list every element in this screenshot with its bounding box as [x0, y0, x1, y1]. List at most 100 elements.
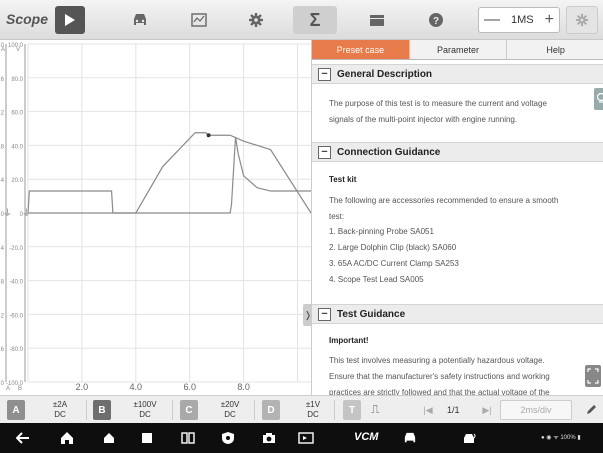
screen-button[interactable]	[177, 6, 221, 34]
y-tick-label-b: -20.0	[9, 246, 23, 252]
math-button[interactable]: Σ	[293, 6, 337, 34]
split-window-icon	[181, 432, 195, 444]
test-text-2: Ensure that the manufacturer's safety in…	[329, 372, 550, 381]
channel-d-chip[interactable]: D	[262, 400, 280, 420]
kit-item: 1. Back-pinning Probe SA051	[329, 227, 434, 236]
home-alt-button[interactable]	[99, 429, 119, 447]
settings-gear-button[interactable]	[234, 6, 278, 34]
multi-window-button[interactable]	[178, 429, 198, 447]
connection-intro-1: The following are accessories recommende…	[329, 196, 559, 205]
series-line-a	[28, 132, 311, 214]
collapse-icon: −	[318, 67, 331, 81]
divider	[254, 400, 255, 420]
folder-button[interactable]	[355, 6, 399, 34]
tip-button[interactable]	[594, 88, 603, 110]
top-toolbar: Scope Σ ? — 1MS +	[0, 0, 603, 40]
y-tick-label-a: -2.0	[0, 381, 5, 387]
channel-c-chip[interactable]: C	[180, 400, 198, 420]
help-button[interactable]: ?	[414, 6, 458, 34]
kit-item: 4. Scope Test Lead SA005	[329, 275, 424, 284]
square-icon	[142, 433, 152, 443]
system-navbar: VCM ● ◉ ᯤ 100% ▮	[0, 423, 603, 453]
channel-b-chip[interactable]: B	[93, 400, 111, 420]
zoom-in-button[interactable]: +	[545, 12, 554, 28]
connection-intro-2: test:	[329, 212, 345, 221]
y-tick-label-a: 1.6	[0, 77, 5, 83]
next-frame-button[interactable]: ▶|	[478, 400, 496, 420]
timebase-field[interactable]: 2ms/div	[500, 400, 572, 420]
home-button[interactable]	[57, 429, 77, 447]
previous-frame-button[interactable]: |◀	[419, 400, 437, 420]
connection-shortcut-button[interactable]	[460, 429, 480, 447]
play-button[interactable]	[55, 6, 85, 34]
y-tick-label-b: 80.0	[11, 77, 23, 83]
back-button[interactable]	[13, 429, 33, 447]
y-tick-label-b: -40.0	[9, 280, 23, 286]
x-tick-label: 4.0	[130, 382, 143, 392]
divider	[172, 400, 173, 420]
vcm-indicator[interactable]: VCM	[354, 431, 378, 443]
y-tick-label-a: -1.2	[0, 313, 5, 319]
y-tick-label-a: -1.6	[0, 347, 5, 353]
section-title: Connection Guidance	[337, 146, 441, 158]
y-tick-label-a: 0.8	[0, 144, 5, 150]
collapse-icon: −	[318, 307, 331, 321]
tab-parameter[interactable]: Parameter	[409, 40, 508, 59]
vehicle-shortcut-button[interactable]	[400, 429, 420, 447]
channel-a-chip[interactable]: A	[7, 400, 25, 420]
pen-icon	[587, 405, 596, 414]
fullscreen-button[interactable]	[585, 365, 601, 387]
channel-b-setting[interactable]: ±100V DC	[128, 400, 162, 420]
sigma-icon: Σ	[309, 9, 321, 30]
info-panel: Preset case Parameter Help − General Des…	[311, 40, 603, 395]
collapse-icon: −	[318, 145, 331, 159]
tab-help[interactable]: Help	[507, 40, 603, 59]
test-guidance-header[interactable]: − Test Guidance	[312, 304, 603, 324]
y-tick-label-b: -80.0	[9, 347, 23, 353]
connection-guidance-header[interactable]: − Connection Guidance	[312, 142, 603, 162]
y-tick-label-b: 40.0	[11, 144, 23, 150]
section-title: General Description	[337, 68, 433, 80]
test-kit-title: Test kit	[329, 175, 357, 184]
divider	[334, 400, 335, 420]
waveform-chart[interactable]: 2.0100.01.680.01.260.00.840.00.420.000-0…	[0, 40, 311, 395]
kit-item: 2. Large Dolphin Clip (black) SA060	[329, 243, 457, 252]
trigger-chip[interactable]: T	[343, 400, 361, 420]
channel-a-setting[interactable]: ±2A DC	[43, 400, 77, 420]
y-tick-label-a: -0.8	[0, 280, 5, 286]
y-tick-label-a: 0.4	[0, 178, 5, 184]
section-title: Test Guidance	[337, 308, 406, 320]
svg-text:?: ?	[433, 16, 439, 27]
kit-item: 3. 65A AC/DC Current Clamp SA253	[329, 259, 459, 268]
channel-d-setting[interactable]: ±1V DC	[296, 400, 330, 420]
channel-c-setting[interactable]: ±20V DC	[213, 400, 247, 420]
axis-letter-a: A	[6, 386, 10, 392]
trigger-edge-icon[interactable]: ⎍	[371, 402, 379, 417]
car-icon	[404, 432, 416, 443]
vehicle-button[interactable]	[118, 6, 162, 34]
house-icon	[104, 433, 114, 443]
general-description-header[interactable]: − General Description	[312, 64, 603, 84]
gear-icon	[575, 13, 589, 27]
axis-letter-b: B	[18, 386, 22, 392]
recent-apps-button[interactable]	[137, 429, 157, 447]
app-title: Scope	[6, 11, 49, 27]
important-label: Important!	[329, 336, 369, 345]
browser-button[interactable]	[218, 429, 238, 447]
car-wifi-icon	[464, 433, 476, 443]
screen-record-icon	[298, 432, 314, 444]
tab-preset-case[interactable]: Preset case	[312, 40, 410, 59]
zoom-out-button[interactable]: —	[484, 12, 500, 28]
x-tick-label: 6.0	[183, 382, 196, 392]
camera-button[interactable]	[259, 429, 279, 447]
expand-icon	[587, 368, 599, 384]
scope-settings-button[interactable]	[566, 6, 598, 34]
annotate-button[interactable]	[582, 400, 600, 420]
test-text-3: practices are strictly followed and that…	[329, 388, 550, 395]
unit-label-b: V	[16, 47, 20, 53]
y-tick-label-b: 60.0	[11, 111, 23, 117]
y-tick-label-b: 20.0	[11, 178, 23, 184]
status-battery: ● ◉ ᯤ 100% ▮	[541, 435, 581, 441]
screen-record-button[interactable]	[296, 429, 316, 447]
scope-display[interactable]: 2.0100.01.680.01.260.00.840.00.420.000-0…	[0, 40, 311, 395]
